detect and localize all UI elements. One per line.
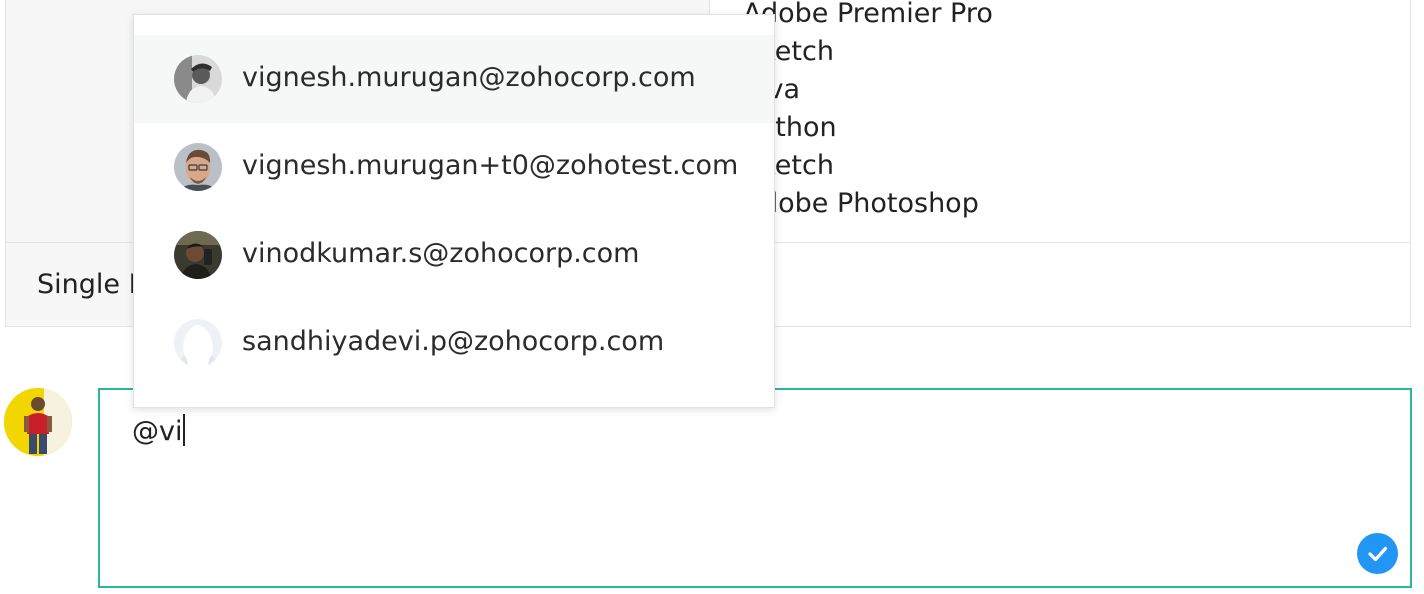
comment-text[interactable]: @vi <box>132 414 186 449</box>
mention-email: vignesh.murugan+t0@zohotest.com <box>242 150 739 181</box>
list-item: Python <box>743 112 837 143</box>
mention-suggestions-menu: vignesh.murugan@zohocorp.com vignesh.mur… <box>133 14 775 408</box>
submit-comment-button[interactable] <box>1357 533 1398 574</box>
user-photo <box>174 143 222 191</box>
list-item: Sketch <box>743 36 834 67</box>
user-photo <box>4 388 72 456</box>
mention-suggestion-item[interactable]: vignesh.murugan+t0@zohotest.com <box>134 123 774 211</box>
default-avatar-icon <box>174 319 222 367</box>
comment-text-value: @vi <box>132 416 183 447</box>
avatar <box>174 143 222 191</box>
list-item: Java <box>743 71 993 109</box>
text-caret <box>183 414 186 446</box>
list-item: Adobe Photoshop <box>743 188 979 219</box>
current-user-avatar <box>4 388 72 456</box>
mention-suggestion-item[interactable]: vinodkumar.s@zohocorp.com <box>134 211 774 299</box>
check-icon <box>1368 546 1388 562</box>
mention-email: vinodkumar.s@zohocorp.com <box>242 238 640 269</box>
list-item: Adobe Premier Pro <box>743 0 993 29</box>
comment-input[interactable]: @vi <box>98 388 1412 588</box>
field-value-list: Adobe Premier Pro Sketch Java Python Ske… <box>743 0 993 223</box>
mention-suggestion-item[interactable]: vignesh.murugan@zohocorp.com <box>134 35 774 123</box>
avatar <box>174 231 222 279</box>
page: Adobe Premier Pro Sketch Java Python Ske… <box>0 0 1424 594</box>
list-item: Sketch <box>743 150 834 181</box>
mention-email: sandhiyadevi.p@zohocorp.com <box>242 326 665 357</box>
user-photo <box>174 55 222 103</box>
avatar <box>174 319 222 367</box>
user-photo <box>174 231 222 279</box>
avatar <box>174 55 222 103</box>
mention-email: vignesh.murugan@zohocorp.com <box>242 62 696 93</box>
mention-suggestion-item[interactable]: sandhiyadevi.p@zohocorp.com <box>134 299 774 387</box>
